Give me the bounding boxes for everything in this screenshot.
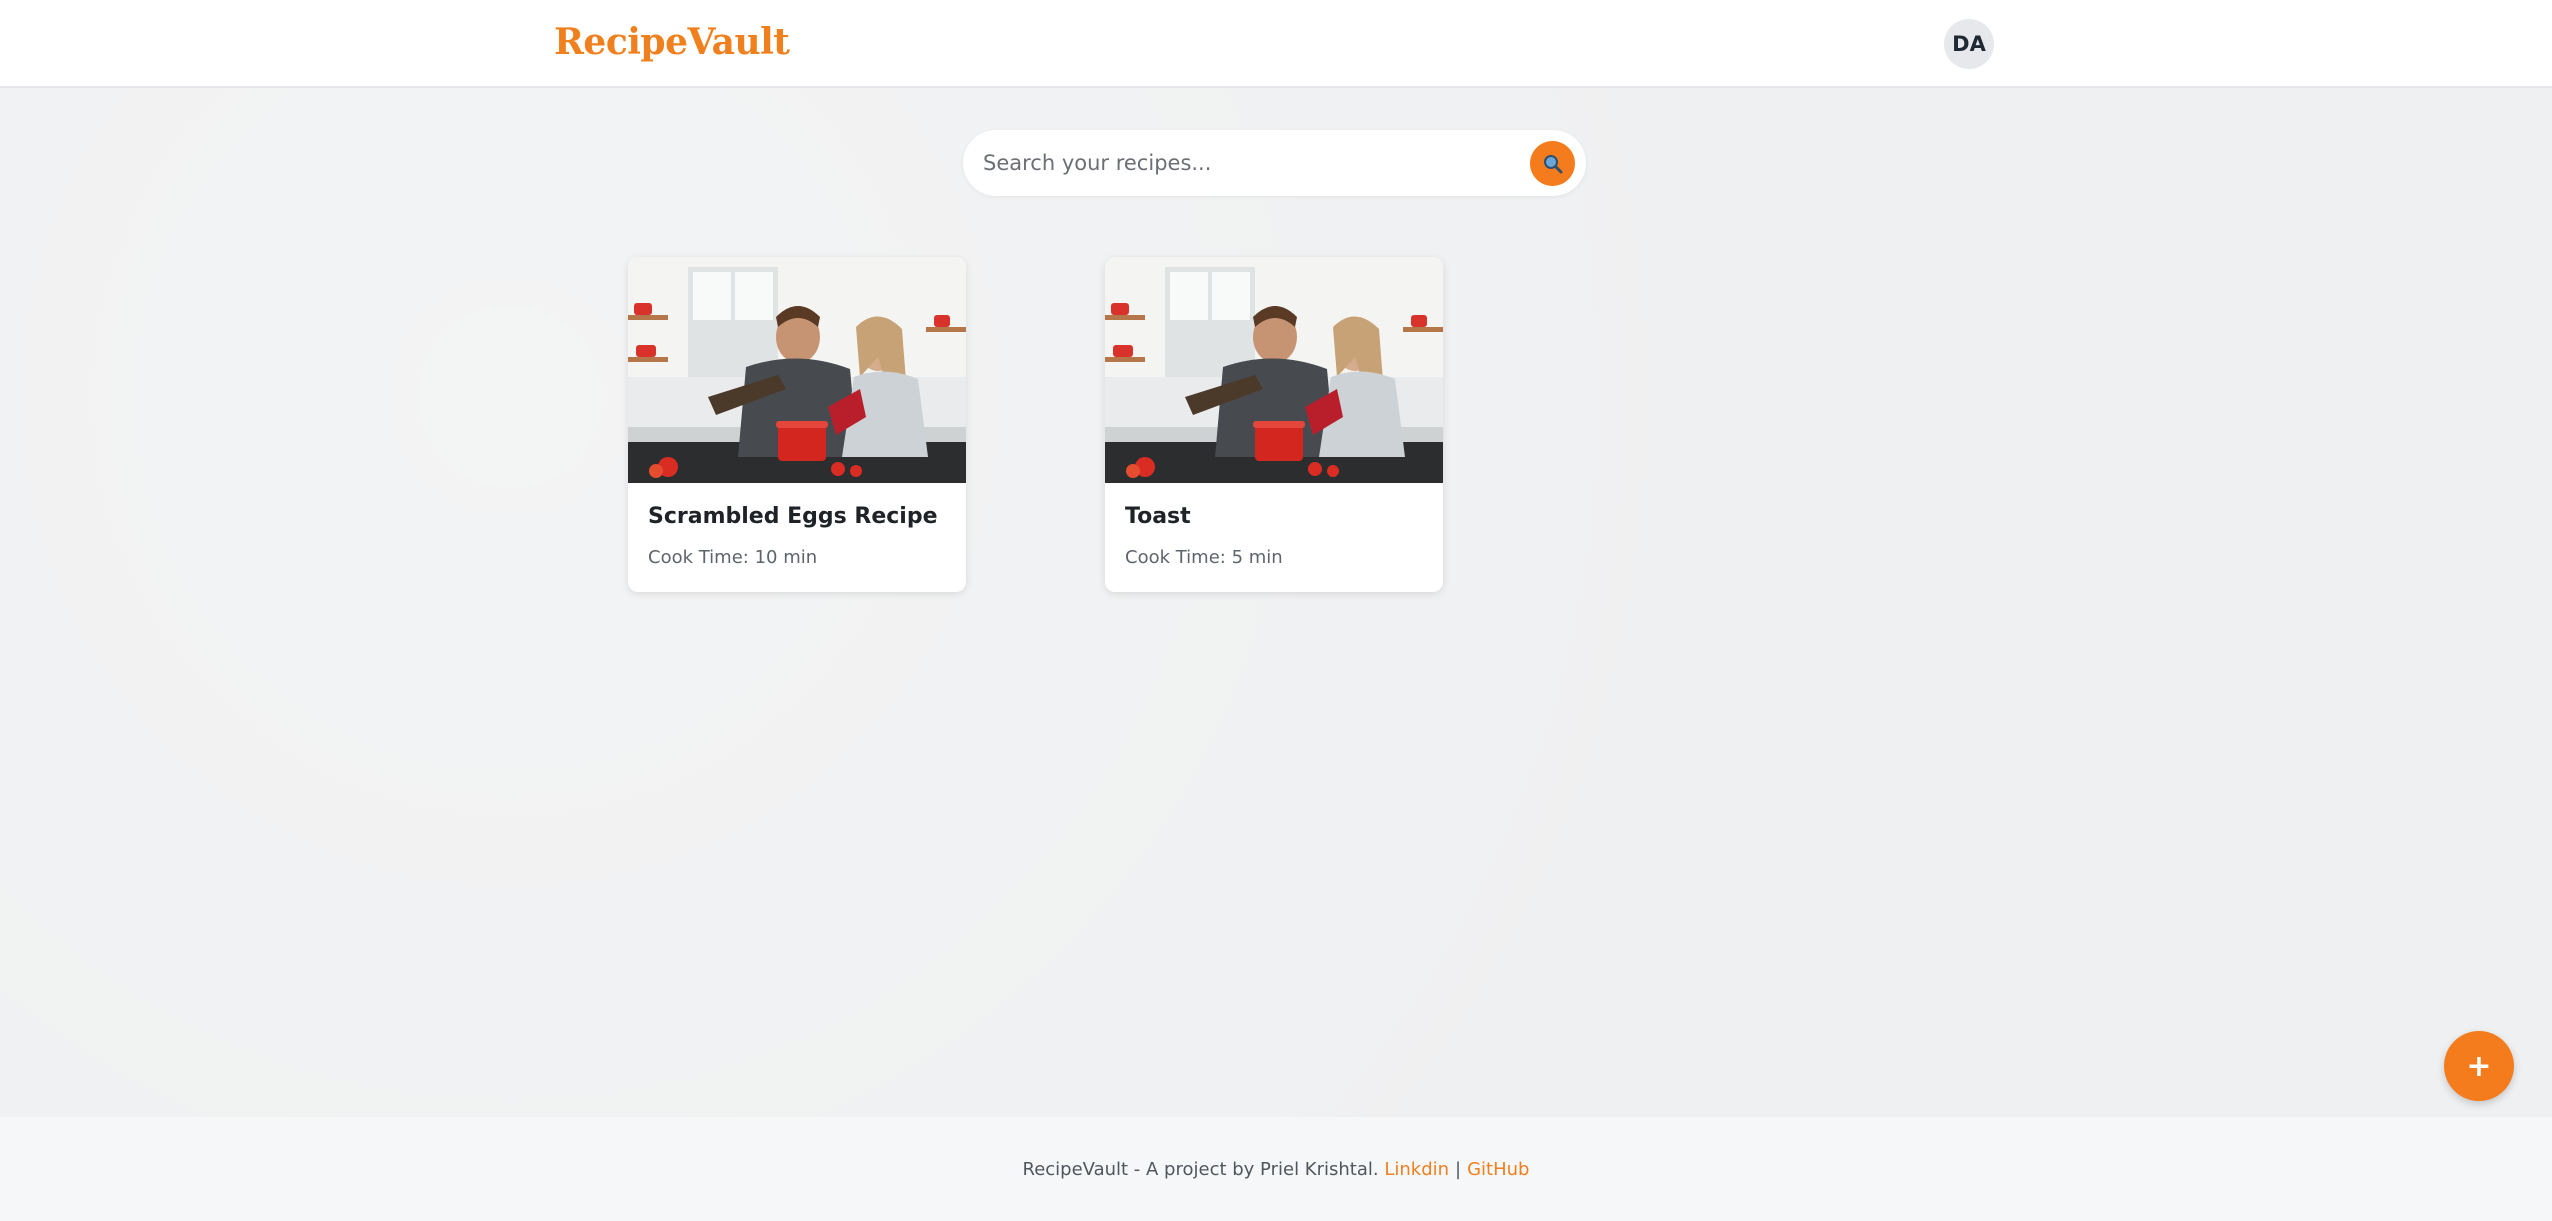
search-button[interactable] <box>1530 141 1575 186</box>
recipe-cook-time: Cook Time: 5 min <box>1125 547 1283 568</box>
footer-text: RecipeVault - A project by Priel Krishta… <box>1022 1158 1379 1180</box>
recipe-image <box>1105 257 1443 483</box>
github-link[interactable]: GitHub <box>1467 1159 1529 1180</box>
user-avatar[interactable]: DA <box>1944 19 1994 69</box>
search-bar <box>963 130 1586 196</box>
linkedin-link[interactable]: Linkdin <box>1384 1159 1449 1180</box>
recipe-title: Toast <box>1125 504 1191 529</box>
recipe-cook-time: Cook Time: 10 min <box>648 547 818 568</box>
recipe-image <box>628 257 966 483</box>
page: RecipeVault DA Search your recipes... Sc… <box>0 0 2552 1221</box>
plus-icon: + <box>2466 1048 2492 1084</box>
recipe-card[interactable]: Scrambled Eggs Recipe Cook Time: 10 min <box>628 257 966 592</box>
search-input[interactable] <box>983 143 1483 183</box>
recipe-title: Scrambled Eggs Recipe <box>648 504 938 529</box>
search-icon <box>1543 154 1562 173</box>
recipe-card[interactable]: Toast Cook Time: 5 min <box>1105 257 1443 592</box>
app-logo[interactable]: RecipeVault <box>554 18 790 66</box>
footer-separator: | <box>1455 1158 1462 1180</box>
add-recipe-button[interactable]: + <box>2444 1031 2514 1101</box>
top-navbar: RecipeVault DA <box>0 0 2552 88</box>
footer: RecipeVault - A project by Priel Krishta… <box>0 1117 2552 1221</box>
main-content: Scrambled Eggs Recipe Cook Time: 10 min <box>0 88 2552 1117</box>
